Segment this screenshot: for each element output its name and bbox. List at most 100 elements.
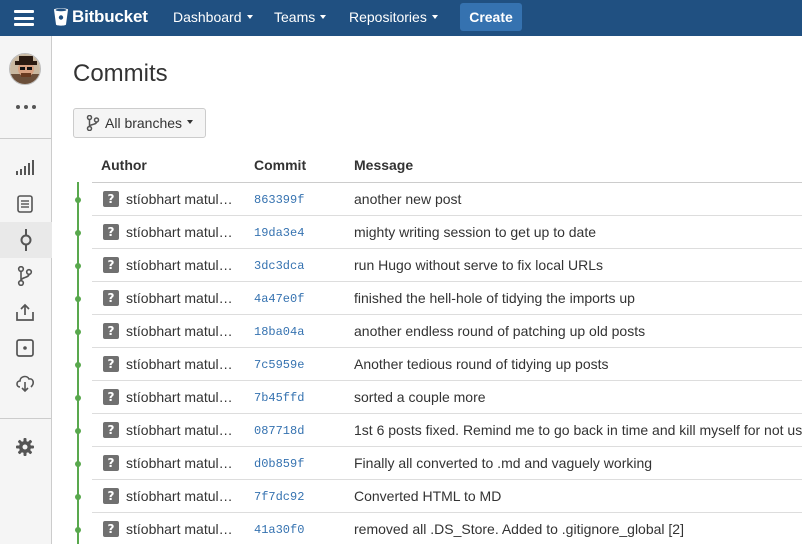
commit-graph-node [75,296,81,302]
table-row: ? stíobhart matulevicz 18ba04a another e… [75,315,802,348]
commit-hash-link[interactable]: 18ba04a [254,325,304,339]
commit-graph-node [75,329,81,335]
commit-graph-node [75,494,81,500]
sidebar-divider [0,138,52,139]
pull-requests-icon [16,303,34,321]
nav-dashboard[interactable]: Dashboard [173,9,253,25]
author-name[interactable]: stíobhart matulevicz [126,224,238,240]
downloads-icon [16,375,34,392]
overview-icon [16,160,34,175]
author-name[interactable]: stíobhart matulevicz [126,356,238,372]
author-name[interactable]: stíobhart matulevicz [126,290,238,306]
commit-message: finished the hell-hole of tidying the im… [354,290,635,306]
nav-repositories-label: Repositories [349,9,427,25]
bitbucket-logo[interactable]: Bitbucket [53,7,148,27]
sidebar-item-overview[interactable] [14,156,36,178]
pipelines-icon [16,339,34,357]
author-name[interactable]: stíobhart matulevicz [126,323,238,339]
table-row: ? stíobhart matulevicz 4a47e0f finished … [75,282,802,315]
sidebar-item-branches[interactable] [14,265,36,287]
commit-graph-node [75,263,81,269]
table-row: ? stíobhart matulevicz d0b859f Finally a… [75,447,802,480]
caret-down-icon [246,15,253,20]
nav-teams-label: Teams [274,9,316,25]
sidebar [0,36,52,544]
commit-message: another new post [354,191,462,207]
author-name[interactable]: stíobhart matulevicz [126,455,238,471]
caret-down-icon [431,15,438,20]
commit-message: mighty writing session to get up to date [354,224,597,240]
commit-hash-link[interactable]: 41a30f0 [254,523,304,537]
unknown-user-icon: ? [103,521,119,537]
unknown-user-icon: ? [103,224,119,240]
bitbucket-bucket-icon [54,8,68,26]
unknown-user-icon: ? [103,257,119,273]
commit-hash-link[interactable]: 7b45ffd [254,391,304,405]
author-name[interactable]: stíobhart matulevicz [126,257,238,273]
avatar-image [10,54,40,84]
commit-message: removed all .DS_Store. Added to .gitigno… [354,521,684,537]
commit-message: Finally all converted to .md and vaguely… [354,455,653,471]
commit-hash-link[interactable]: 3dc3dca [254,259,304,273]
author-name[interactable]: stíobhart matulevicz [126,191,238,207]
branches-icon [17,266,33,286]
commit-graph-node [75,527,81,533]
commit-hash-link[interactable]: d0b859f [254,457,304,471]
caret-down-icon [187,120,194,124]
sidebar-item-source[interactable] [14,193,36,215]
commit-hash-link[interactable]: 4a47e0f [254,292,304,306]
commit-hash-link[interactable]: 7c5959e [254,358,304,372]
unknown-user-icon: ? [103,323,119,339]
commit-message: Another tedious round of tidying up post… [354,356,609,372]
brand-name: Bitbucket [72,7,148,26]
nav-repositories[interactable]: Repositories [349,9,438,25]
sidebar-item-commits[interactable] [0,222,52,258]
commit-graph-node [75,362,81,368]
author-name[interactable]: stíobhart matulevicz [126,389,238,405]
menu-icon[interactable] [14,10,34,26]
commit-graph-node [75,461,81,467]
caret-down-icon [320,15,327,20]
commit-hash-link[interactable]: 7f7dc92 [254,490,304,504]
commit-hash-link[interactable]: 19da3e4 [254,226,304,240]
commit-graph-node [75,230,81,236]
unknown-user-icon: ? [103,191,119,207]
source-icon [17,195,33,213]
sidebar-item-downloads[interactable] [14,372,36,394]
sidebar-item-pull-requests[interactable] [14,301,36,323]
author-name[interactable]: stíobhart matulevicz [126,488,238,504]
nav-teams[interactable]: Teams [274,9,327,25]
sidebar-divider [0,418,52,419]
nav-dashboard-label: Dashboard [173,9,242,25]
commit-hash-link[interactable]: 863399f [254,193,304,207]
table-row: ? stíobhart matulevicz 863399f another n… [75,183,802,216]
sidebar-item-settings[interactable] [14,436,36,458]
sidebar-item-pipelines[interactable] [14,337,36,359]
commit-graph-node [75,395,81,401]
commit-graph-node [75,428,81,434]
author-name[interactable]: stíobhart matulevicz [126,521,238,537]
table-row: ? stíobhart matulevicz 087718d 1st 6 pos… [75,414,802,447]
commit-message: Converted HTML to MD [354,488,502,504]
commit-message: sorted a couple more [354,389,486,405]
unknown-user-icon: ? [103,488,119,504]
table-row: ? stíobhart matulevicz 7b45ffd sorted a … [75,381,802,414]
table-row: ? stíobhart matulevicz 3dc3dca run Hugo … [75,249,802,282]
avatar[interactable] [9,53,41,85]
branch-filter-label: All branches [105,115,183,131]
branch-icon [86,115,100,131]
commit-hash-link[interactable]: 087718d [254,424,304,438]
unknown-user-icon: ? [103,356,119,372]
commit-graph-node [75,197,81,203]
commits-icon [20,229,32,251]
column-header-author: Author [101,157,147,173]
ellipsis-icon[interactable] [14,102,38,112]
table-row: ? stíobhart matulevicz 7f7dc92 Converted… [75,480,802,513]
commit-message: 1st 6 posts fixed. Remind me to go back … [354,422,802,438]
unknown-user-icon: ? [103,455,119,471]
table-row: ? stíobhart matulevicz 19da3e4 mighty wr… [75,216,802,249]
create-button[interactable]: Create [460,3,522,31]
branch-filter-dropdown[interactable]: All branches [73,108,206,138]
page-title: Commits [73,60,168,87]
author-name[interactable]: stíobhart matulevicz [126,422,238,438]
